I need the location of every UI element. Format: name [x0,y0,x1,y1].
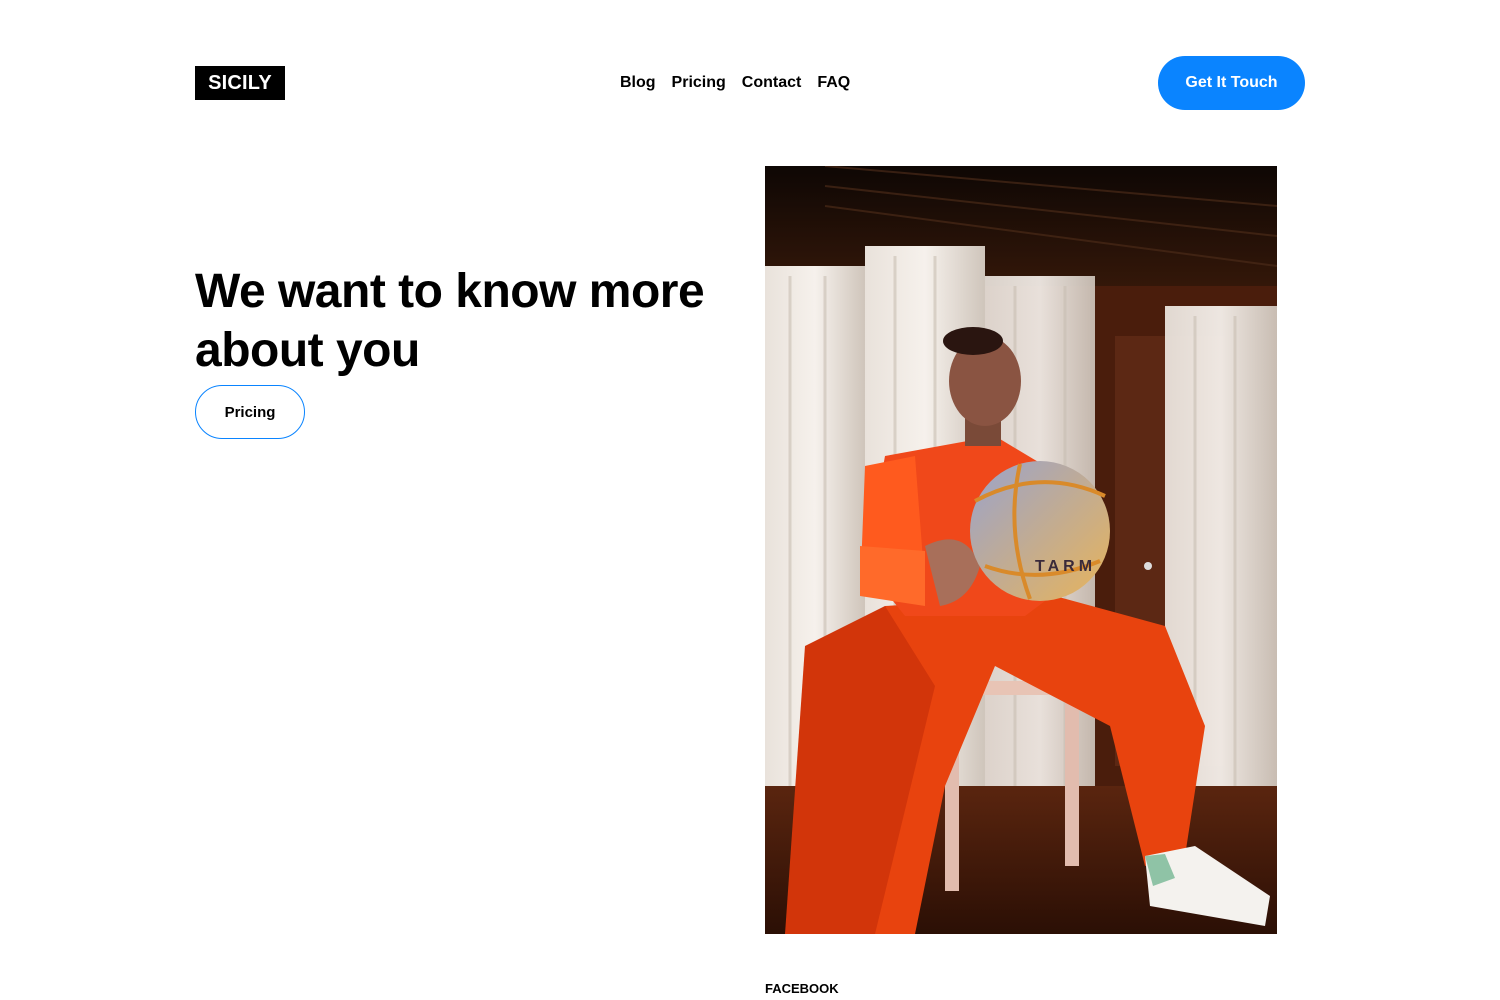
nav-link-blog[interactable]: Blog [620,71,656,95]
ball-brand-text: TARM [1035,558,1096,575]
facebook-link[interactable]: FACEBOOK [765,980,839,998]
get-in-touch-button[interactable]: Get It Touch [1158,56,1305,110]
nav-link-faq[interactable]: FAQ [817,71,850,95]
hero-photo: TARM [765,166,1277,934]
nav-link-contact[interactable]: Contact [742,71,802,95]
hero-photo-illustration: TARM [765,166,1277,934]
logo[interactable]: SICILY [195,66,285,100]
hero-headline: We want to know more about you [195,265,705,377]
pricing-button[interactable]: Pricing [195,385,305,439]
nav-link-pricing[interactable]: Pricing [672,71,726,95]
page: SICILY Blog Pricing Contact FAQ Get It T… [0,0,1500,1000]
main-nav: Blog Pricing Contact FAQ [620,71,850,95]
